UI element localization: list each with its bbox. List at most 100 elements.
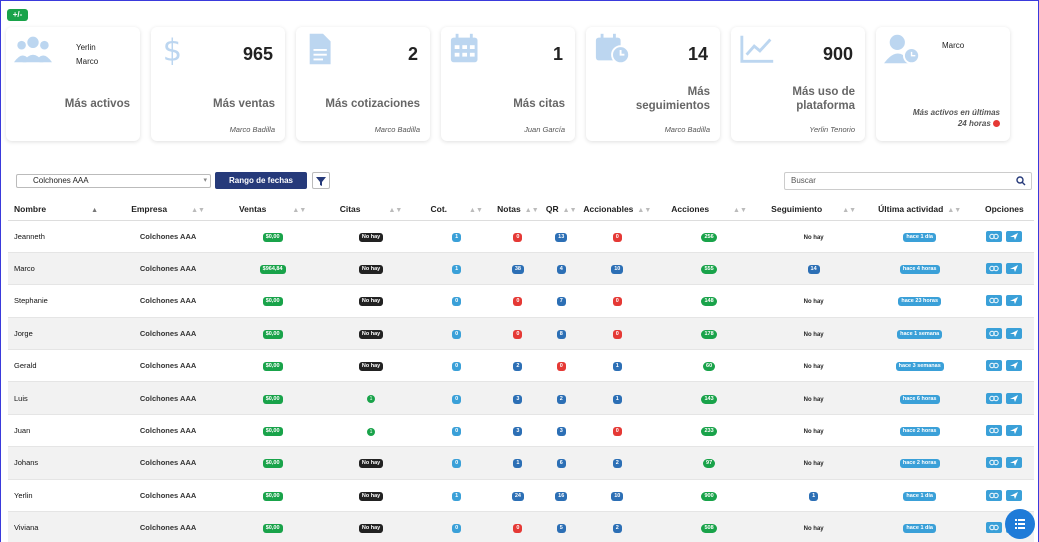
col-accionables[interactable]: Accionables ▲▼ <box>579 198 656 221</box>
cell-ventas: $0,00 <box>224 284 322 318</box>
link-button[interactable] <box>986 522 1003 534</box>
filter-button[interactable] <box>312 172 330 189</box>
col-ultima-actividad[interactable]: Última actividad ▲▼ <box>864 198 975 221</box>
ventas-badge: $0,00 <box>262 524 283 534</box>
acciones-badge: 148 <box>701 297 717 307</box>
cell-ventas: $0,00 <box>224 446 322 480</box>
col-qr[interactable]: QR ▲▼ <box>543 198 580 221</box>
cell-ultima-actividad: hace 2 horas <box>864 446 975 480</box>
card-label: Más activos <box>64 98 130 110</box>
cell-notas: 3 <box>492 381 544 415</box>
link-icon <box>989 492 1000 499</box>
users-table: Nombre ▲ Empresa ▲▼ Ventas ▲▼ Citas ▲▼ Cot. ▲… <box>8 198 1034 542</box>
cell-seguimiento: No hay <box>762 414 865 448</box>
cell-nombre: Jeanneth <box>8 220 113 253</box>
card-count: 2 <box>407 44 418 64</box>
ventas-badge: $0,00 <box>262 329 283 339</box>
send-button[interactable] <box>1006 457 1023 469</box>
send-button[interactable] <box>1006 230 1023 242</box>
qr-badge: 13 <box>555 232 568 242</box>
cot-badge: 1 <box>452 232 462 242</box>
search-icon[interactable] <box>1016 176 1026 186</box>
table-row[interactable]: Stephanie Colchones AAA $0,00 No hay 0 0… <box>8 284 1034 318</box>
link-button[interactable] <box>986 295 1003 307</box>
actividad-badge: hace 3 semanas <box>895 362 944 372</box>
link-button[interactable] <box>986 489 1003 501</box>
alert-icon <box>993 120 1000 128</box>
cell-citas: No hay <box>321 252 421 286</box>
table-row[interactable]: Marco Colchones AAA $964,84 No hay 1 38 … <box>8 252 1034 286</box>
acciones-badge: 233 <box>701 427 717 437</box>
cell-accionables: 1 <box>579 381 656 415</box>
card-label: Más seguimientos <box>635 86 710 112</box>
col-acciones[interactable]: Acciones ▲▼ <box>655 198 763 221</box>
send-button[interactable] <box>1006 392 1023 404</box>
cell-acciones: 60 <box>655 349 763 383</box>
send-button[interactable] <box>1006 263 1023 275</box>
qr-badge: 0 <box>556 362 566 372</box>
cell-nombre: Gerald <box>8 349 113 383</box>
seguimiento-value: No hay <box>803 331 824 338</box>
calendar-icon <box>450 33 478 63</box>
cell-seguimiento: No hay <box>762 220 865 253</box>
table-row[interactable]: Johans Colchones AAA $0,00 No hay 0 1 6 … <box>8 446 1034 480</box>
card-count: 1 <box>552 44 563 64</box>
link-button[interactable] <box>986 230 1003 242</box>
cell-nombre: Yerlin <box>8 479 113 513</box>
link-button[interactable] <box>986 392 1003 404</box>
cell-empresa: Colchones AAA <box>112 511 225 542</box>
cell-ultima-actividad: hace 1 semana <box>864 317 975 351</box>
table-row[interactable]: Viviana Colchones AAA $0,00 No hay 0 0 5… <box>8 511 1034 542</box>
link-button[interactable] <box>986 327 1003 339</box>
send-button[interactable] <box>1006 489 1023 501</box>
company-select[interactable]: Colchones AAA ▾ <box>16 174 211 188</box>
link-icon <box>989 265 1000 272</box>
toggle-cards-button[interactable]: +/- <box>7 9 28 21</box>
accionables-badge: 10 <box>611 265 624 275</box>
cot-badge: 1 <box>452 265 462 275</box>
fab-menu-button[interactable] <box>1005 509 1035 539</box>
search-input[interactable]: Buscar <box>784 172 1032 190</box>
table-row[interactable]: Luis Colchones AAA $0,00 1 0 3 2 1 143 N… <box>8 381 1034 415</box>
table-row[interactable]: Jorge Colchones AAA $0,00 No hay 0 0 8 0… <box>8 317 1034 351</box>
table-row[interactable]: Jeanneth Colchones AAA $0,00 No hay 1 0 … <box>8 220 1034 253</box>
table-row[interactable]: Yerlin Colchones AAA $0,00 No hay 1 24 1… <box>8 479 1034 513</box>
card-user: Marco Badilla <box>374 125 420 134</box>
col-nombre[interactable]: Nombre ▲ <box>8 198 113 221</box>
link-button[interactable] <box>986 263 1003 275</box>
card-most-appointments: 1 Más citas Juan García <box>441 27 575 141</box>
send-button[interactable] <box>1006 360 1023 372</box>
col-cot[interactable]: Cot. ▲▼ <box>421 198 493 221</box>
link-button[interactable] <box>986 457 1003 469</box>
table-body: Jeanneth Colchones AAA $0,00 No hay 1 0 … <box>8 220 1034 542</box>
calendar-clock-icon <box>595 33 631 65</box>
col-notas[interactable]: Notas ▲▼ <box>492 198 544 221</box>
send-button[interactable] <box>1006 295 1023 307</box>
col-empresa[interactable]: Empresa ▲▼ <box>112 198 225 221</box>
cell-seguimiento: No hay <box>762 349 865 383</box>
table-header-row: Nombre ▲ Empresa ▲▼ Ventas ▲▼ Citas ▲▼ Cot. ▲… <box>8 198 1034 221</box>
cell-qr: 16 <box>543 479 580 513</box>
seguimiento-value: No hay <box>803 364 824 371</box>
col-ventas[interactable]: Ventas ▲▼ <box>224 198 322 221</box>
qr-badge: 6 <box>556 459 566 469</box>
citas-badge: No hay <box>358 265 384 275</box>
cell-seguimiento: No hay <box>762 511 865 542</box>
link-button[interactable] <box>986 425 1003 437</box>
col-seguimiento[interactable]: Seguimiento ▲▼ <box>762 198 865 221</box>
list-icon <box>1015 519 1025 529</box>
notas-badge: 2 <box>513 362 523 372</box>
link-button[interactable] <box>986 360 1003 372</box>
send-button[interactable] <box>1006 327 1023 339</box>
cell-qr: 6 <box>543 446 580 480</box>
table-row[interactable]: Gerald Colchones AAA $0,00 No hay 0 2 0 … <box>8 349 1034 383</box>
cell-qr: 13 <box>543 220 580 253</box>
col-citas[interactable]: Citas ▲▼ <box>321 198 421 221</box>
send-icon <box>1010 232 1019 240</box>
table-row[interactable]: Juan Colchones AAA $0,00 1 0 3 3 0 233 N… <box>8 414 1034 448</box>
cell-cot: 0 <box>421 414 493 448</box>
acciones-badge: 508 <box>701 524 717 534</box>
acciones-badge: 60 <box>703 362 716 372</box>
date-range-button[interactable]: Rango de fechas <box>215 172 307 189</box>
send-button[interactable] <box>1006 425 1023 437</box>
